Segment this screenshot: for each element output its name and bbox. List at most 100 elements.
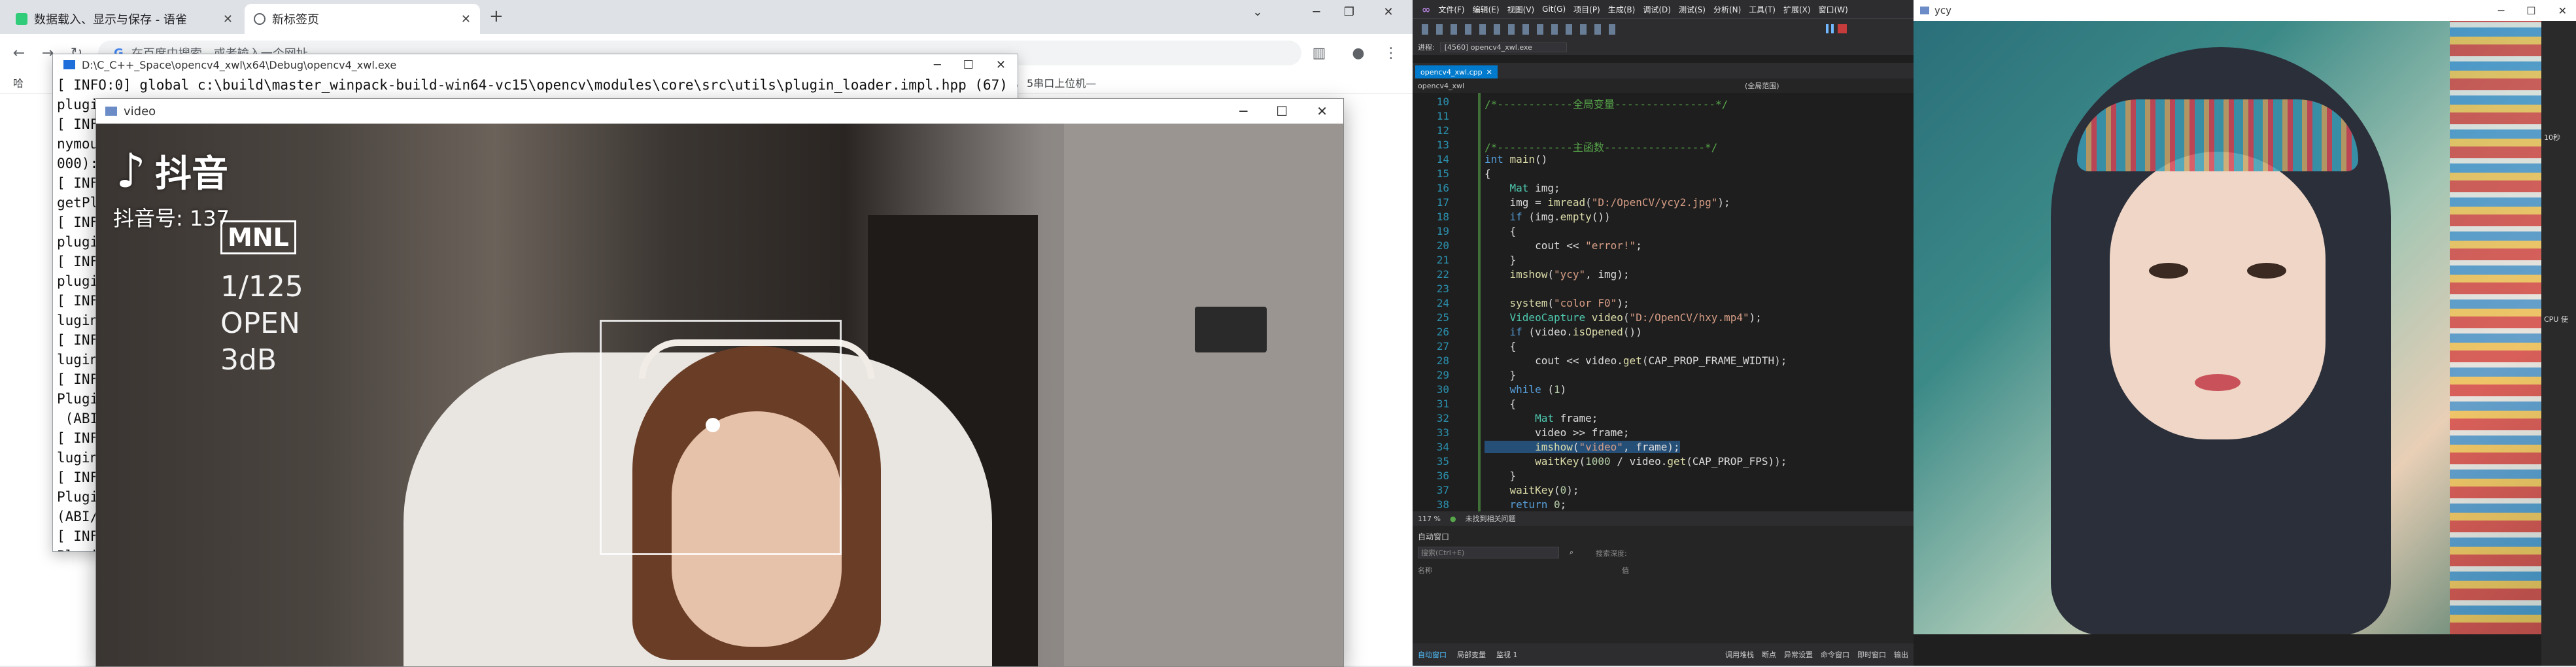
maximize-icon[interactable]: ☐: [963, 58, 974, 72]
bookmark-item[interactable]: 5串口上位机—: [1027, 75, 1096, 90]
code-line: }: [1485, 254, 1517, 266]
line-number: 32: [1436, 412, 1449, 424]
close-icon[interactable]: ✕: [223, 12, 233, 26]
vs-menu-item[interactable]: 扩展(X): [1783, 4, 1811, 15]
code-editor[interactable]: 10 11 12 13 14 15 16 17 18 19 20 21 22 23 24 25 26 27 28 29…: [1413, 93, 1914, 525]
close-icon[interactable]: ✕: [1486, 68, 1492, 77]
code-line: if (img.empty()): [1509, 211, 1611, 223]
line-number: 17: [1436, 196, 1449, 209]
vs-menu-item[interactable]: 生成(B): [1608, 4, 1636, 15]
autos-title: 自动窗口: [1418, 532, 1450, 541]
window-icon: [105, 107, 117, 116]
vs-menu-item[interactable]: 项目(P): [1573, 4, 1600, 15]
wall-switch: [1195, 307, 1267, 352]
gain-label: 3dB: [220, 343, 277, 377]
code-line: system("color F0");: [1509, 297, 1630, 309]
tab-autos[interactable]: 自动窗口: [1418, 649, 1447, 660]
ycy-image-window[interactable]: ycy ─ ☐ ✕ 10秒 CPU 使: [1914, 0, 2576, 666]
line-number: 10: [1436, 95, 1449, 108]
console-line: [ INFO:0] global c:\build\master_winpack…: [57, 77, 1018, 93]
tab-call-stack[interactable]: 调用堆栈: [1725, 649, 1754, 660]
tab-exception-settings[interactable]: 异常设置: [1784, 649, 1813, 660]
vs-menu-item[interactable]: 测试(S): [1679, 4, 1706, 15]
line-number: 31: [1436, 398, 1449, 410]
line-number: 29: [1436, 369, 1449, 381]
tab-command-window[interactable]: 命令窗口: [1821, 649, 1849, 660]
focus-frame: [600, 320, 842, 555]
profile-icon[interactable]: ●: [1347, 42, 1369, 64]
vs-menu-item[interactable]: 编辑(E): [1473, 4, 1500, 15]
new-tab-icon[interactable]: +: [489, 7, 504, 26]
stop-icon[interactable]: [1838, 24, 1847, 33]
focus-point: [706, 418, 720, 432]
tab-new-tab[interactable]: 新标签页 ✕: [245, 4, 480, 34]
console-titlebar[interactable]: D:\C_C++_Space\opencv4_xwl\x64\Debug\ope…: [53, 54, 1018, 75]
tab-immediate-window[interactable]: 即时窗口: [1857, 649, 1886, 660]
chevron-down-icon[interactable]: ⌄: [1243, 0, 1273, 24]
process-bar: 进程: [4560] opencv4_xwl.exe: [1413, 39, 1914, 55]
code-line: /*------------主函数----------------*/: [1485, 141, 1718, 154]
process-select[interactable]: [4560] opencv4_xwl.exe: [1439, 42, 1567, 52]
tab-locals[interactable]: 局部变量: [1457, 649, 1486, 660]
vs-logo-icon: ∞: [1422, 3, 1431, 16]
vs-menu-item[interactable]: 分析(N): [1713, 4, 1741, 15]
code-line: cout << "error!";: [1485, 239, 1642, 252]
minimize-icon[interactable]: ─: [934, 58, 941, 72]
vs-menu-item[interactable]: 文件(F): [1438, 4, 1464, 15]
line-number: 21: [1436, 254, 1449, 266]
close-icon[interactable]: ✕: [1316, 103, 1328, 119]
vs-menu-item[interactable]: 调试(D): [1643, 4, 1671, 15]
close-icon[interactable]: ✕: [461, 12, 471, 26]
minimize-icon[interactable]: ─: [1301, 0, 1331, 24]
portrait-eye: [2149, 263, 2188, 279]
maximize-icon[interactable]: ☐: [1276, 103, 1288, 119]
search-icon[interactable]: ⌕: [1570, 548, 1573, 557]
video-title: video: [124, 104, 156, 118]
toolbar-icons[interactable]: [1422, 24, 1618, 35]
line-number: 12: [1436, 124, 1449, 137]
vs-menu-item[interactable]: 窗口(W): [1819, 4, 1848, 15]
tab-output[interactable]: 输出: [1894, 649, 1908, 660]
line-number: 23: [1436, 282, 1449, 295]
vs-menu-item[interactable]: 视图(V): [1507, 4, 1535, 15]
navigation-bar: opencv4_xwl (全局范围): [1413, 78, 1914, 93]
bookmark-item[interactable]: 哈: [13, 75, 24, 90]
tab-watch[interactable]: 监视 1: [1496, 649, 1518, 660]
minimize-icon[interactable]: ─: [2498, 5, 2505, 17]
console-title: D:\C_C++_Space\opencv4_xwl\x64\Debug\ope…: [82, 58, 397, 71]
camera-mode-label: MNL: [220, 220, 296, 254]
tab-yuque[interactable]: 数据载入、显示与保存 - 语雀 ✕: [7, 4, 242, 34]
project-dropdown[interactable]: opencv4_xwl: [1413, 82, 1745, 90]
zoom-level[interactable]: 117 %: [1418, 515, 1441, 523]
check-icon: ●: [1449, 514, 1456, 523]
code-line: /*------------全局变量----------------*/: [1485, 98, 1728, 111]
code-line: {: [1485, 167, 1491, 180]
minimize-icon[interactable]: ─: [1239, 103, 1247, 119]
close-icon[interactable]: ✕: [2558, 5, 2567, 17]
pause-icon[interactable]: [1826, 24, 1834, 33]
video-titlebar[interactable]: video ─ ☐ ✕: [96, 99, 1343, 124]
close-icon[interactable]: ✕: [1373, 0, 1403, 24]
line-number: 24: [1436, 297, 1449, 309]
back-icon[interactable]: ←: [8, 42, 30, 64]
ycy-titlebar[interactable]: ycy ─ ☐ ✕: [1914, 0, 2576, 21]
line-number: 11: [1436, 110, 1449, 122]
code-line: {: [1485, 340, 1517, 352]
scope-dropdown[interactable]: (全局范围): [1745, 80, 1779, 91]
menu-icon[interactable]: ⋮: [1380, 42, 1402, 64]
restore-icon[interactable]: ❐: [1334, 0, 1364, 24]
sidebar-icon[interactable]: ▥: [1308, 42, 1330, 64]
maximize-icon[interactable]: ☐: [2526, 5, 2535, 17]
code-line: int main(): [1485, 153, 1548, 165]
autos-search-input[interactable]: 搜索(Ctrl+E): [1418, 547, 1559, 558]
column-value: 值: [1622, 566, 1629, 575]
line-number: 20: [1436, 239, 1449, 252]
vs-menu-item[interactable]: Git(G): [1542, 5, 1566, 14]
vs-menu-item[interactable]: 工具(T): [1749, 4, 1776, 15]
video-window[interactable]: video ─ ☐ ✕ ♪ 抖音 抖音号: 137 MNL 1/125 OPEN…: [95, 98, 1344, 667]
tab-opencv4-xwl-cpp[interactable]: opencv4_xwl.cpp ✕: [1415, 65, 1498, 78]
bottom-tab-bar: 自动窗口 局部变量 监视 1 调用堆栈 断点 异常设置 命令窗口 即时窗口 输出: [1413, 643, 1914, 666]
code-line: Mat img;: [1509, 182, 1560, 194]
tab-breakpoints[interactable]: 断点: [1762, 649, 1776, 660]
close-icon[interactable]: ✕: [996, 58, 1006, 72]
